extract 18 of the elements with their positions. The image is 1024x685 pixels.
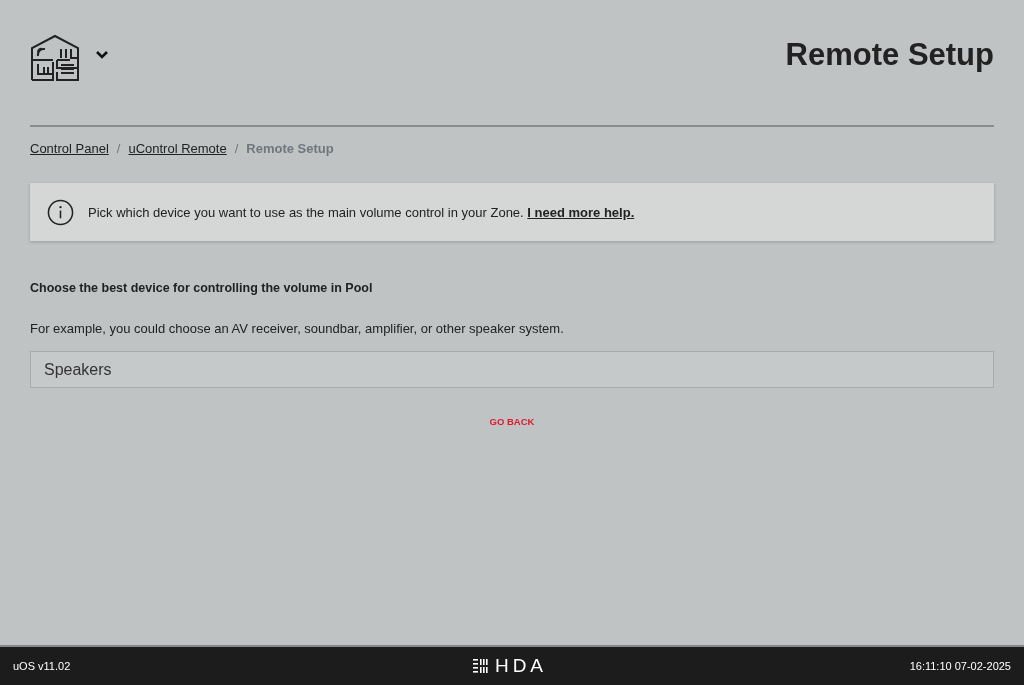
brand-name: HDA	[494, 655, 548, 677]
breadcrumb-separator: /	[116, 141, 121, 156]
date-time: 16:11:10 07-02-2025	[909, 660, 1011, 672]
chevron-down-icon[interactable]	[96, 51, 108, 59]
device-option[interactable]: Speakers	[30, 351, 994, 388]
breadcrumb-link[interactable]: Control Panel	[30, 141, 109, 156]
description-text: For example, you could choose an AV receiver, soundbar, amplifier, or other speaker system.	[30, 321, 565, 336]
breadcrumb-link[interactable]: uControl Remote	[128, 141, 227, 156]
info-icon	[47, 198, 74, 226]
help-link[interactable]: I need more help.	[527, 204, 635, 220]
page-title: Remote Setup	[785, 37, 994, 73]
version-text: uOS v11.02	[13, 660, 71, 672]
current-page-label: Remote Setup	[246, 141, 334, 156]
info-text: Pick which device you want to use as the main volume control in your Zone. I need more help.	[88, 204, 635, 220]
section-heading: Choose the best device for controlling the volume in Pool	[30, 281, 374, 295]
brand-logo-icon	[472, 659, 489, 673]
breadcrumb-separator: /	[234, 141, 239, 156]
house-logo-icon[interactable]	[30, 34, 80, 82]
